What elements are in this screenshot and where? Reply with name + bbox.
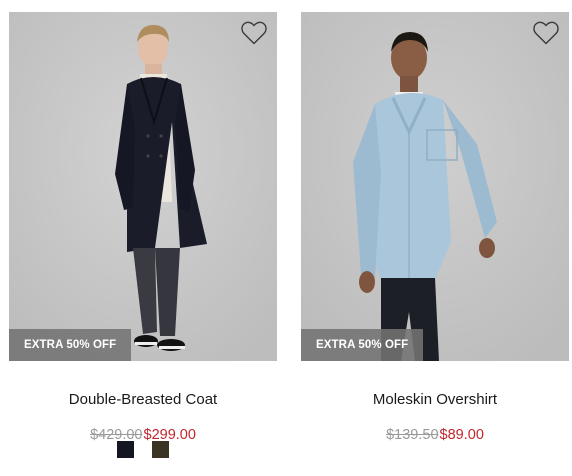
product-photo-overshirt bbox=[301, 12, 569, 361]
price-group: $139.50$89.00 bbox=[301, 426, 569, 444]
product-name[interactable]: Double-Breasted Coat bbox=[9, 391, 277, 409]
wishlist-heart-icon[interactable] bbox=[532, 20, 560, 46]
product-image[interactable]: EXTRA 50% OFF bbox=[301, 12, 569, 361]
product-grid: EXTRA 50% OFF Double-Breasted Coat $429.… bbox=[0, 0, 572, 476]
wishlist-heart-icon[interactable] bbox=[240, 20, 268, 46]
promo-badge: EXTRA 50% OFF bbox=[301, 329, 424, 361]
product-image[interactable]: EXTRA 50% OFF bbox=[9, 12, 277, 361]
promo-badge: EXTRA 50% OFF bbox=[9, 329, 132, 361]
product-card-moleskin-overshirt[interactable]: EXTRA 50% OFF Moleskin Overshirt $139.50… bbox=[301, 12, 569, 444]
swatch-dark-olive[interactable] bbox=[152, 441, 169, 458]
price-group: $429.00$299.00 bbox=[9, 426, 277, 444]
product-name[interactable]: Moleskin Overshirt bbox=[301, 391, 569, 409]
swatch-navy[interactable] bbox=[117, 441, 134, 458]
sale-price: $89.00 bbox=[439, 427, 484, 443]
original-price: $139.50 bbox=[386, 427, 439, 443]
product-card-double-breasted-coat[interactable]: EXTRA 50% OFF Double-Breasted Coat $429.… bbox=[9, 12, 277, 444]
product-photo-coat bbox=[9, 12, 277, 361]
